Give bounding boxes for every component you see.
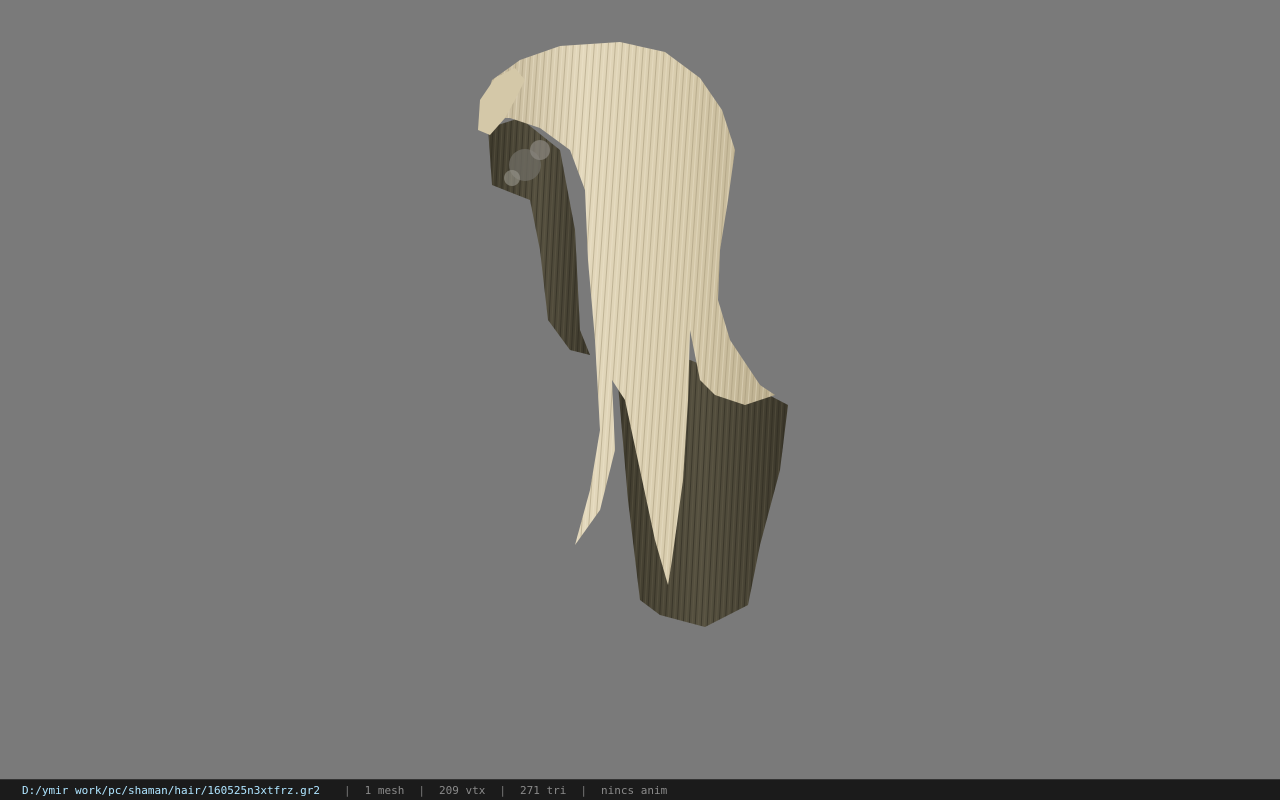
mesh-count: 1 mesh xyxy=(364,783,405,797)
status-bar: D:/ymir work/pc/shaman/hair/160525n3xtfr… xyxy=(0,779,1280,800)
triangle-count: 271 tri xyxy=(520,783,567,797)
vertex-count: 209 vtx xyxy=(439,783,486,797)
status-separator: | xyxy=(580,783,587,797)
status-separator: | xyxy=(418,783,426,797)
status-separator: | xyxy=(344,783,351,797)
3d-viewport[interactable] xyxy=(0,0,1280,779)
hair-model-render[interactable] xyxy=(0,0,1280,779)
animation-status: nincs anim xyxy=(600,783,668,797)
file-path: D:/ymir work/pc/shaman/hair/160525n3xtfr… xyxy=(22,783,321,797)
status-separator: | xyxy=(499,783,506,797)
